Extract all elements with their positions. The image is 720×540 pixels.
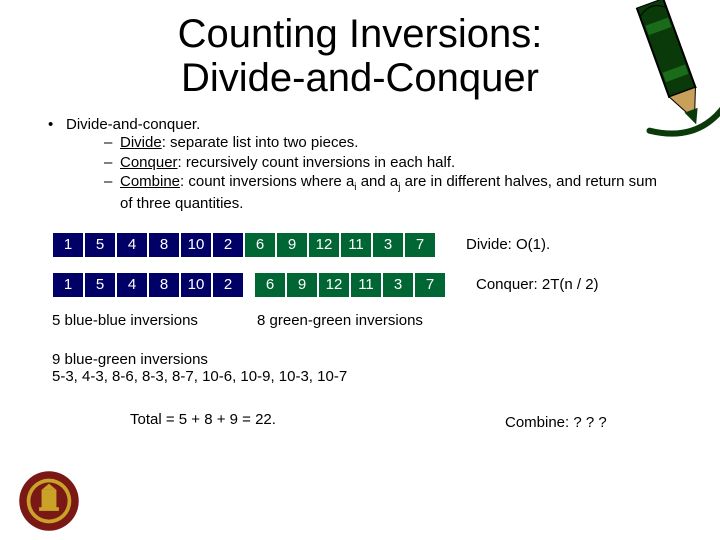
array-cell: 5 (84, 272, 116, 298)
array-cell: 4 (116, 272, 148, 298)
array-cell: 10 (180, 232, 212, 258)
bg-list: 5-3, 4-3, 8-6, 8-3, 8-7, 10-6, 10-9, 10-… (52, 368, 422, 385)
sub-combine: Combine: count inversions where ai and a… (104, 172, 660, 214)
array-cell: 8 (148, 232, 180, 258)
array-cell: 6 (244, 232, 276, 258)
total-line: Total = 5 + 8 + 9 = 22. (130, 411, 720, 428)
array-cell: 2 (212, 272, 244, 298)
array-cell: 12 (308, 232, 340, 258)
blue-green-block: 9 blue-green inversions 5-3, 4-3, 8-6, 8… (52, 351, 422, 385)
label-blue: 5 blue-blue inversions (52, 312, 257, 329)
array-cell: 3 (382, 272, 414, 298)
bullet-main: Divide-and-conquer. (48, 116, 720, 133)
university-seal-icon (18, 470, 80, 532)
array-cell: 9 (276, 232, 308, 258)
bg-title: 9 blue-green inversions (52, 351, 422, 368)
array-cell: 11 (340, 232, 372, 258)
array-row-2: 154810269121137 Conquer: 2T(n / 2) (52, 272, 720, 298)
array-cell: 6 (254, 272, 286, 298)
sub-divide: Divide: separate list into two pieces. (104, 133, 660, 153)
array-row-1: 154810269121137 Divide: O(1). (52, 232, 720, 258)
array-cell: 4 (116, 232, 148, 258)
note-conquer: Conquer: 2T(n / 2) (476, 276, 599, 293)
sub-list: Divide: separate list into two pieces. C… (104, 133, 660, 214)
array-cell: 8 (148, 272, 180, 298)
array-cell: 11 (350, 272, 382, 298)
array-cell: 7 (414, 272, 446, 298)
array-cell: 1 (52, 232, 84, 258)
array-cell: 5 (84, 232, 116, 258)
sub-conquer: Conquer: recursively count inversions in… (104, 153, 660, 173)
note-combine: Combine: ? ? ? (505, 414, 607, 431)
array-cell: 12 (318, 272, 350, 298)
label-green: 8 green-green inversions (257, 312, 720, 329)
note-divide: Divide: O(1). (466, 236, 550, 253)
array-cell: 3 (372, 232, 404, 258)
array-cell: 9 (286, 272, 318, 298)
array-cell: 10 (180, 272, 212, 298)
inversion-labels: 5 blue-blue inversions 8 green-green inv… (52, 312, 720, 329)
array-cell: 2 (212, 232, 244, 258)
array-cell: 7 (404, 232, 436, 258)
array-cell: 1 (52, 272, 84, 298)
